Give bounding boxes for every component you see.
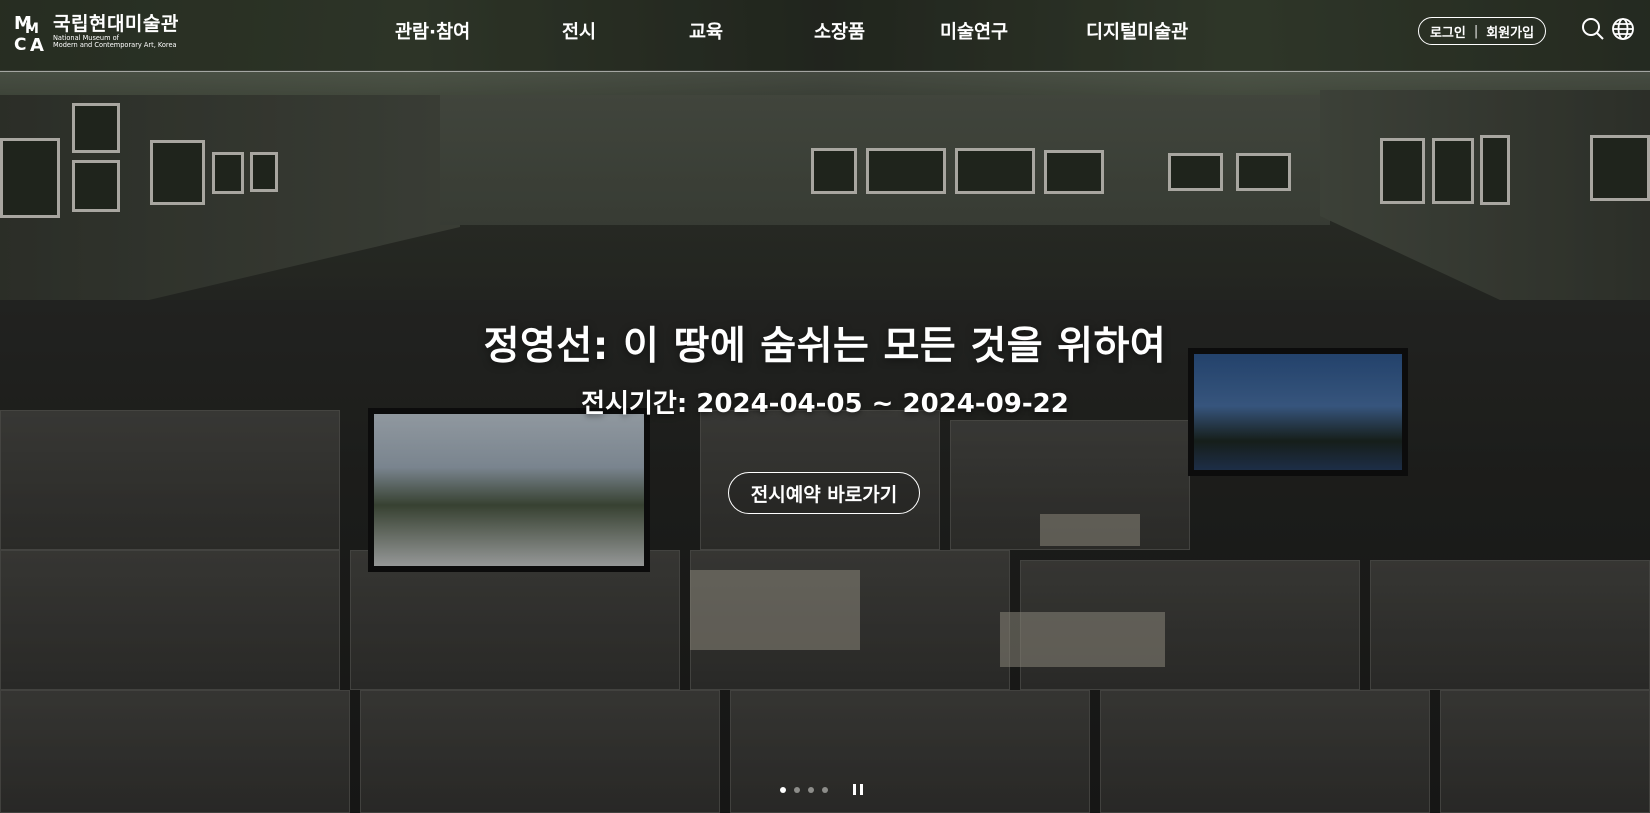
login-link[interactable]: 로그인	[1430, 22, 1466, 41]
hero-exhibition-period: 전시기간: 2024-04-05 ~ 2024-09-22	[581, 389, 1069, 419]
slider-dot[interactable]	[808, 787, 814, 793]
pause-icon[interactable]	[853, 784, 863, 795]
slider-dot[interactable]	[780, 787, 786, 793]
signup-link[interactable]: 회원가입	[1486, 22, 1534, 41]
slider-dot[interactable]	[822, 787, 828, 793]
nav-item-collection[interactable]: 소장품	[814, 18, 865, 44]
auth-links: 로그인 | 회원가입	[1418, 17, 1546, 45]
auth-separator: |	[1473, 23, 1479, 39]
nav-item-digital-museum[interactable]: 디지털미술관	[1086, 18, 1188, 44]
globe-icon[interactable]	[1611, 17, 1635, 41]
search-icon[interactable]	[1581, 17, 1605, 41]
main-navigation: 관람·참여 전시 교육 소장품 미술연구 디지털미술관	[0, 18, 1650, 44]
exhibition-reservation-button[interactable]: 전시예약 바로가기	[728, 472, 920, 514]
slider-pagination	[780, 787, 828, 793]
hero-exhibition-title: 정영선: 이 땅에 숨쉬는 모든 것을 위하여	[483, 324, 1167, 369]
nav-item-visit-participate[interactable]: 관람·참여	[395, 18, 470, 44]
site-header: M M C A 국립현대미술관 National Museum of Moder…	[0, 0, 1650, 72]
nav-item-art-research[interactable]: 미술연구	[940, 18, 1008, 44]
nav-item-education[interactable]: 교육	[689, 18, 723, 44]
slider-dot[interactable]	[794, 787, 800, 793]
nav-item-exhibitions[interactable]: 전시	[562, 18, 596, 44]
